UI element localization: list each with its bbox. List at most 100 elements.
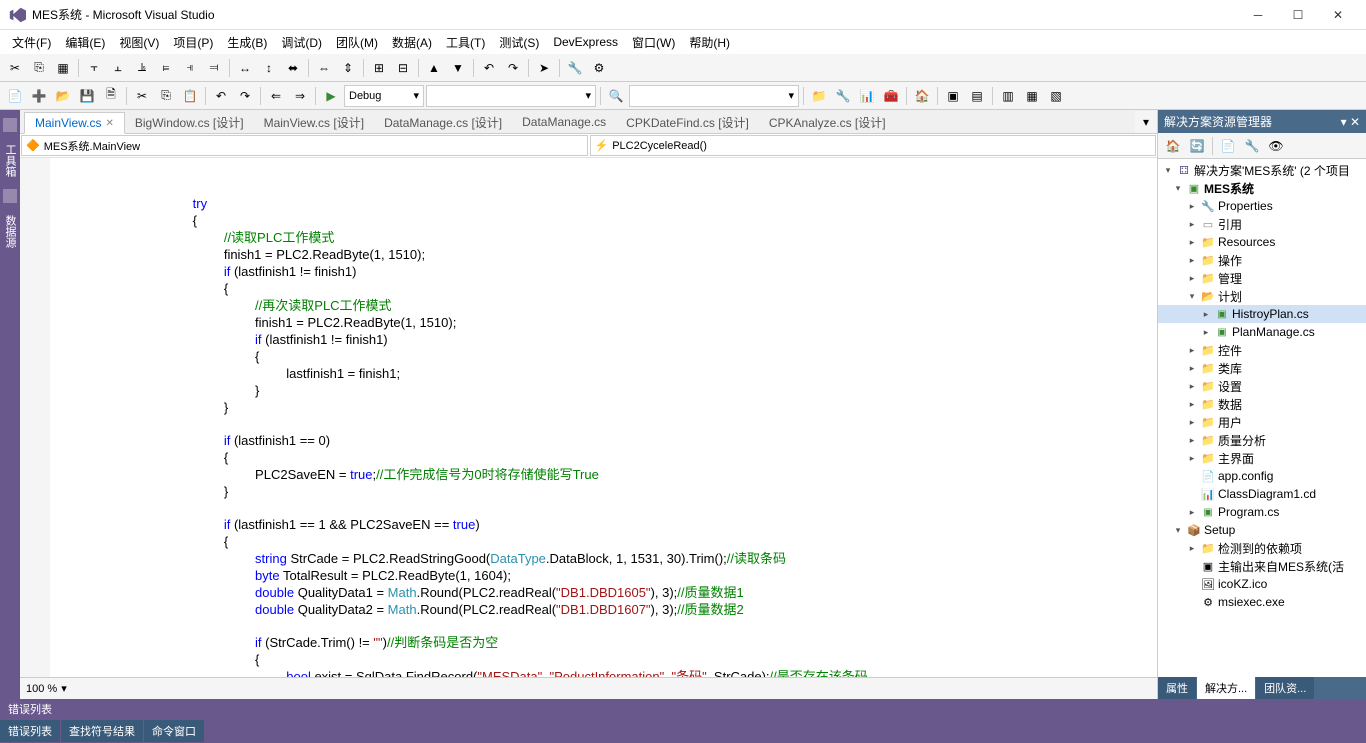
menu-devexpress[interactable]: DevExpress	[547, 33, 624, 51]
node-user[interactable]: ▸📁用户	[1158, 413, 1366, 431]
panel-close-icon[interactable]: ✕	[1350, 115, 1360, 129]
config-dropdown[interactable]: Debug▾	[344, 85, 424, 107]
sidebar-toolbox[interactable]: 工具箱	[0, 138, 20, 183]
refresh-icon[interactable]: 🔄	[1186, 135, 1208, 157]
same-height-icon[interactable]: ↕	[258, 57, 280, 79]
preview-icon[interactable]: 👁	[1265, 135, 1287, 157]
ext1-icon[interactable]: ▣	[942, 85, 964, 107]
node-manage[interactable]: ▸📁管理	[1158, 269, 1366, 287]
file-planmanage[interactable]: ▸▣PlanManage.cs	[1158, 323, 1366, 341]
sidebar-datasource[interactable]: 数据源	[0, 209, 20, 254]
file-msiexec[interactable]: ⚙msiexec.exe	[1158, 593, 1366, 611]
toolbox-icon[interactable]: 🧰	[880, 85, 902, 107]
node-control[interactable]: ▸📁控件	[1158, 341, 1366, 359]
pin-icon[interactable]: ▾	[1341, 115, 1347, 129]
tab-solution[interactable]: 解决方...	[1197, 677, 1255, 699]
props-icon[interactable]: 🔧	[832, 85, 854, 107]
error-list-header[interactable]: 错误列表	[0, 699, 1366, 719]
menu-project[interactable]: 项目(P)	[167, 32, 219, 53]
zoom-level[interactable]: 100 %	[26, 683, 57, 695]
ext3-icon[interactable]: ▥	[997, 85, 1019, 107]
same-size-icon[interactable]: ⬌	[282, 57, 304, 79]
maximize-button[interactable]: ☐	[1278, 1, 1318, 29]
close-tab-icon[interactable]: ✕	[105, 118, 113, 129]
tab-datamanage[interactable]: DataManage.cs	[512, 111, 616, 133]
sol-explorer-icon[interactable]: 📁	[808, 85, 830, 107]
btab-command[interactable]: 命令窗口	[144, 720, 204, 742]
cut2-icon[interactable]: ✂	[131, 85, 153, 107]
node-data[interactable]: ▸📁数据	[1158, 395, 1366, 413]
tab-mainview-design[interactable]: MainView.cs [设计]	[254, 111, 374, 133]
menu-window[interactable]: 窗口(W)	[626, 32, 681, 53]
node-action[interactable]: ▸📁操作	[1158, 251, 1366, 269]
send-back-icon[interactable]: ▼	[447, 57, 469, 79]
paste-icon[interactable]: 📋	[179, 85, 201, 107]
hspace-icon[interactable]: ⇔	[313, 57, 335, 79]
align-left-icon[interactable]: ⫟	[83, 57, 105, 79]
ext4-icon[interactable]: ▦	[1021, 85, 1043, 107]
redo2-icon[interactable]: ↷	[234, 85, 256, 107]
node-settings[interactable]: ▸📁设置	[1158, 377, 1366, 395]
tab-datamanage-design[interactable]: DataManage.cs [设计]	[374, 111, 512, 133]
menu-build[interactable]: 生成(B)	[221, 32, 273, 53]
add-item-icon[interactable]: ➕	[28, 85, 50, 107]
cut-icon[interactable]: ✂	[4, 57, 26, 79]
nav-fwd-icon[interactable]: ⇒	[289, 85, 311, 107]
node-mainui[interactable]: ▸📁主界面	[1158, 449, 1366, 467]
tab-cpkanalyze[interactable]: CPKAnalyze.cs [设计]	[759, 111, 896, 133]
align-right-icon[interactable]: ⫡	[131, 57, 153, 79]
close-button[interactable]: ✕	[1318, 1, 1358, 29]
menu-test[interactable]: 测试(S)	[493, 32, 545, 53]
file-program[interactable]: ▸▣Program.cs	[1158, 503, 1366, 521]
align-top-icon[interactable]: ⫢	[155, 57, 177, 79]
same-width-icon[interactable]: ↔	[234, 57, 256, 79]
obj-browser-icon[interactable]: 📊	[856, 85, 878, 107]
ext2-icon[interactable]: ▤	[966, 85, 988, 107]
grid-icon[interactable]: ▦	[52, 57, 74, 79]
node-lib[interactable]: ▸📁类库	[1158, 359, 1366, 377]
tab-mainview[interactable]: MainView.cs✕	[24, 112, 125, 134]
tab-cpkdatefind[interactable]: CPKDateFind.cs [设计]	[616, 111, 759, 133]
home-icon[interactable]: 🏠	[1162, 135, 1184, 157]
nav-method-dropdown[interactable]: ⚡PLC2CyceleRead()	[590, 135, 1157, 156]
find-dropdown[interactable]: ▾	[629, 85, 799, 107]
new-project-icon[interactable]: 📄	[4, 85, 26, 107]
align-bottom-icon[interactable]: ⫤	[203, 57, 225, 79]
btab-errorlist[interactable]: 错误列表	[0, 720, 60, 742]
tools2-icon[interactable]: ⚙	[588, 57, 610, 79]
tab-properties[interactable]: 属性	[1158, 677, 1196, 699]
show-all-icon[interactable]: 📄	[1217, 135, 1239, 157]
start-icon[interactable]: ▶	[320, 85, 342, 107]
center-h-icon[interactable]: ⊞	[368, 57, 390, 79]
project-setup[interactable]: ▾📦Setup	[1158, 521, 1366, 539]
node-plan[interactable]: ▾📂计划	[1158, 287, 1366, 305]
tab-overflow-icon[interactable]: ▾	[1135, 111, 1157, 133]
start-page-icon[interactable]: 🏠	[911, 85, 933, 107]
code-editor[interactable]: try { //读取PLC工作模式 finish1 = PLC2.ReadByt…	[20, 158, 1157, 677]
cursor-icon[interactable]: ➤	[533, 57, 555, 79]
node-refs[interactable]: ▸▭引用	[1158, 215, 1366, 233]
tab-bigwindow[interactable]: BigWindow.cs [设计]	[125, 111, 254, 133]
menu-team[interactable]: 团队(M)	[330, 32, 384, 53]
undo-icon[interactable]: ↶	[478, 57, 500, 79]
solution-tree[interactable]: ▾⚃解决方案'MES系统' (2 个项目 ▾▣MES系统 ▸🔧Propertie…	[1158, 159, 1366, 677]
project-mes[interactable]: ▾▣MES系统	[1158, 179, 1366, 197]
open-icon[interactable]: 📂	[52, 85, 74, 107]
tab-team[interactable]: 团队资...	[1256, 677, 1314, 699]
props2-icon[interactable]: 🔧	[1241, 135, 1263, 157]
menu-edit[interactable]: 编辑(E)	[59, 32, 111, 53]
save-icon[interactable]: 💾	[76, 85, 98, 107]
node-resources[interactable]: ▸📁Resources	[1158, 233, 1366, 251]
center-v-icon[interactable]: ⊟	[392, 57, 414, 79]
menu-help[interactable]: 帮助(H)	[683, 32, 736, 53]
file-appconfig[interactable]: 📄app.config	[1158, 467, 1366, 485]
menu-tools[interactable]: 工具(T)	[440, 32, 491, 53]
minimize-button[interactable]: ─	[1238, 1, 1278, 29]
align-center-icon[interactable]: ⫠	[107, 57, 129, 79]
solution-root[interactable]: ▾⚃解决方案'MES系统' (2 个项目	[1158, 161, 1366, 179]
undo2-icon[interactable]: ↶	[210, 85, 232, 107]
tools-icon[interactable]: 🔧	[564, 57, 586, 79]
node-properties[interactable]: ▸🔧Properties	[1158, 197, 1366, 215]
node-deps[interactable]: ▸📁检测到的依赖项	[1158, 539, 1366, 557]
find-icon[interactable]: 🔍	[605, 85, 627, 107]
